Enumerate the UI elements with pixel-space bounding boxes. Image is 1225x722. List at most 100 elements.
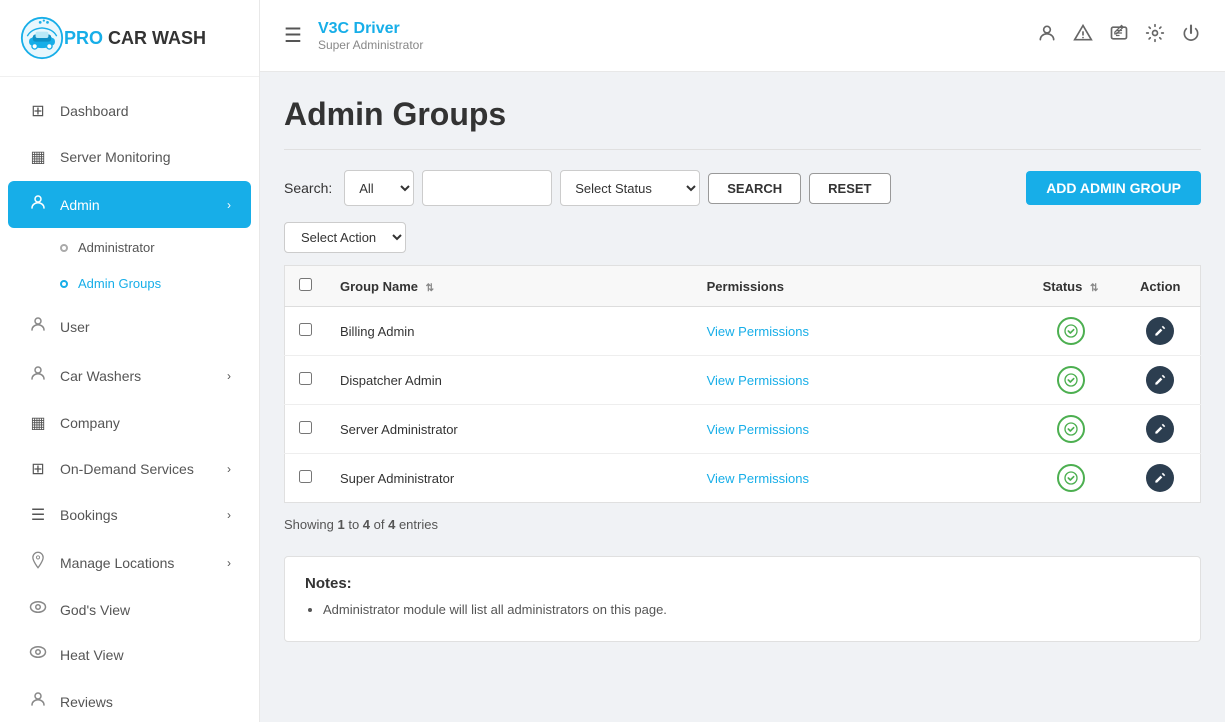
notes-title: Notes: (305, 575, 1180, 592)
table-row: Server Administrator View Permissions (285, 405, 1201, 454)
row-checkbox[interactable] (299, 323, 312, 336)
status-icon (1057, 317, 1085, 345)
header-check-col (285, 266, 327, 307)
sidebar-item-dashboard[interactable]: ⊞ Dashboard (8, 89, 251, 133)
sidebar-item-car-washers[interactable]: Car Washers › (8, 352, 251, 399)
car-washers-icon (28, 364, 48, 387)
sidebar-item-gods-view[interactable]: God's View (8, 588, 251, 631)
search-label: Search: (284, 180, 332, 196)
row-permissions[interactable]: View Permissions (693, 307, 1021, 356)
sidebar-item-user[interactable]: User (8, 303, 251, 350)
user-icon (28, 315, 48, 338)
edit-row-icon[interactable] (1146, 366, 1174, 394)
sidebar-item-bookings[interactable]: ☰ Bookings › (8, 493, 251, 537)
row-status (1021, 454, 1121, 503)
add-admin-group-button[interactable]: ADD ADMIN GROUP (1026, 171, 1201, 205)
table-row: Dispatcher Admin View Permissions (285, 356, 1201, 405)
admin-chevron-icon: › (227, 198, 231, 212)
reviews-icon (28, 690, 48, 713)
action-select-wrap: Select Action Delete (284, 222, 1201, 253)
bookings-chevron-icon: › (227, 508, 231, 522)
status-select[interactable]: Select Status Active Inactive (560, 170, 700, 206)
car-washers-chevron-icon: › (227, 369, 231, 383)
sidebar-item-manage-locations[interactable]: Manage Locations › (8, 539, 251, 586)
logo-icon (20, 16, 64, 60)
row-action (1121, 307, 1201, 356)
table-header: Group Name ⇅ Permissions Status ⇅ Action (285, 266, 1201, 307)
action-select[interactable]: Select Action Delete (284, 222, 406, 253)
sidebar-sub-item-administrator[interactable]: Administrator (8, 230, 251, 265)
header: ☰ V3C Driver Super Administrator (260, 0, 1225, 72)
row-check-col (285, 405, 327, 454)
gods-view-icon (28, 600, 48, 619)
row-action (1121, 454, 1201, 503)
power-icon[interactable] (1181, 23, 1201, 48)
on-demand-icon: ⊞ (28, 459, 48, 479)
sidebar-item-heat-view[interactable]: Heat View (8, 633, 251, 676)
sidebar: PRO CAR WASH ⊞ Dashboard ▦ Server Monito… (0, 0, 260, 722)
header-action: Action (1121, 266, 1201, 307)
notes-box: Notes: Administrator module will list al… (284, 556, 1201, 642)
select-all-checkbox[interactable] (299, 278, 312, 291)
row-group-name: Super Administrator (326, 454, 693, 503)
header-actions (1037, 23, 1201, 48)
row-group-name: Server Administrator (326, 405, 693, 454)
edit-row-icon[interactable] (1146, 317, 1174, 345)
sidebar-item-server-monitoring[interactable]: ▦ Server Monitoring (8, 135, 251, 179)
showing-from: 1 (337, 517, 344, 532)
view-permissions-link[interactable]: View Permissions (707, 324, 809, 339)
table-row: Billing Admin View Permissions (285, 307, 1201, 356)
header-permissions: Permissions (693, 266, 1021, 307)
edit-row-icon[interactable] (1146, 464, 1174, 492)
view-permissions-link[interactable]: View Permissions (707, 422, 809, 437)
locations-chevron-icon: › (227, 556, 231, 570)
table-body: Billing Admin View Permissions (285, 307, 1201, 503)
row-permissions[interactable]: View Permissions (693, 405, 1021, 454)
row-checkbox[interactable] (299, 421, 312, 434)
on-demand-chevron-icon: › (227, 462, 231, 476)
row-group-name: Billing Admin (326, 307, 693, 356)
row-checkbox[interactable] (299, 470, 312, 483)
title-divider (284, 149, 1201, 150)
settings-icon[interactable] (1145, 23, 1165, 48)
row-checkbox[interactable] (299, 372, 312, 385)
view-permissions-link[interactable]: View Permissions (707, 471, 809, 486)
edit-row-icon[interactable] (1146, 415, 1174, 443)
reset-button[interactable]: RESET (809, 173, 890, 204)
header-title: V3C Driver (318, 20, 1037, 38)
admin-groups-table: Group Name ⇅ Permissions Status ⇅ Action… (284, 265, 1201, 503)
logo-text: PRO CAR WASH (64, 28, 206, 49)
search-bar: Search: All Active Inactive Select Statu… (284, 170, 1201, 206)
logo: PRO CAR WASH (0, 0, 259, 77)
warning-icon[interactable] (1073, 23, 1093, 48)
sidebar-sub-item-admin-groups[interactable]: Admin Groups (8, 266, 251, 301)
notes-list: Administrator module will list all admin… (305, 602, 1180, 617)
sidebar-item-on-demand[interactable]: ⊞ On-Demand Services › (8, 447, 251, 491)
company-icon: ▦ (28, 413, 48, 433)
search-button[interactable]: SEARCH (708, 173, 801, 204)
sidebar-item-company[interactable]: ▦ Company (8, 401, 251, 445)
table-row: Super Administrator View Permissions (285, 454, 1201, 503)
row-permissions[interactable]: View Permissions (693, 356, 1021, 405)
row-check-col (285, 454, 327, 503)
profile-icon[interactable] (1037, 23, 1057, 48)
edit-icon[interactable] (1109, 23, 1129, 48)
view-permissions-link[interactable]: View Permissions (707, 373, 809, 388)
page-title: Admin Groups (284, 96, 1201, 133)
menu-toggle-icon[interactable]: ☰ (284, 23, 302, 48)
sidebar-item-reviews[interactable]: Reviews (8, 678, 251, 722)
row-check-col (285, 356, 327, 405)
header-status[interactable]: Status ⇅ (1021, 266, 1121, 307)
row-permissions[interactable]: View Permissions (693, 454, 1021, 503)
showing-total: 4 (388, 517, 395, 532)
showing-to: 4 (363, 517, 370, 532)
main-content: ☰ V3C Driver Super Administrator (260, 0, 1225, 722)
row-check-col (285, 307, 327, 356)
row-status (1021, 405, 1121, 454)
header-group-name[interactable]: Group Name ⇅ (326, 266, 693, 307)
row-status (1021, 307, 1121, 356)
locations-icon (28, 551, 48, 574)
filter-select[interactable]: All Active Inactive (344, 170, 414, 206)
search-input[interactable] (422, 170, 552, 206)
sidebar-item-admin[interactable]: Admin › (8, 181, 251, 228)
